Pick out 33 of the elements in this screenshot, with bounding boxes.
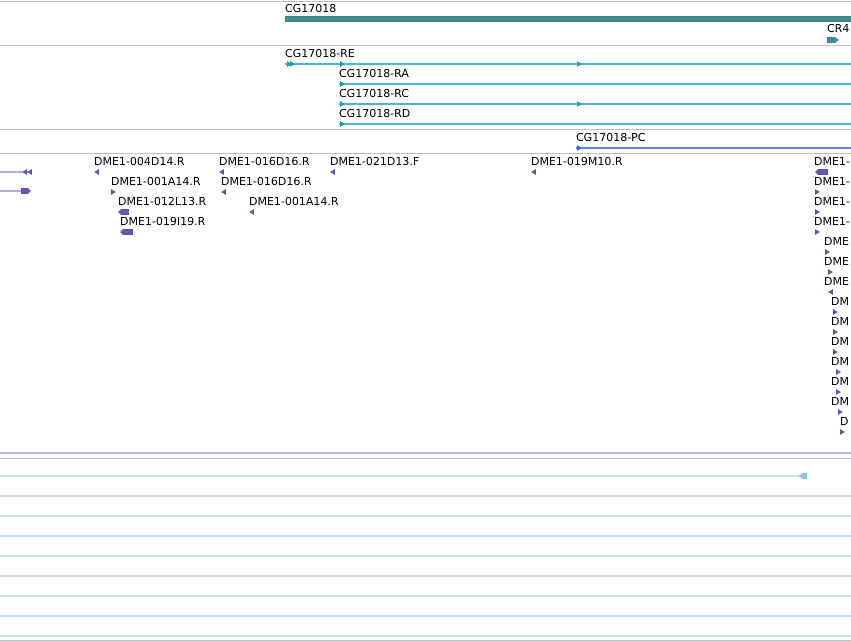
gene-arrow-icon	[827, 37, 839, 43]
read-label: DME1-019M10.R	[531, 155, 623, 168]
read-label: D	[840, 415, 848, 428]
read-label: DME1-	[814, 215, 850, 228]
read-label: DME1-	[814, 155, 850, 168]
read-label: DM	[831, 375, 849, 388]
read-line	[0, 188, 31, 194]
read-label: DM	[831, 295, 849, 308]
read-label: DME	[824, 235, 849, 248]
transcript-label: CG17018-RA	[339, 67, 409, 80]
read-label: DME1-	[814, 175, 850, 188]
read-label: DME1-	[814, 195, 850, 208]
read-label: DME1-019I19.R	[120, 215, 206, 228]
transcript-label: CG17018-RE	[285, 47, 355, 60]
gene-label: CR4	[827, 22, 850, 35]
transcript-label: CG17018-RC	[339, 87, 409, 100]
read-label: DME1-021D13.F	[330, 155, 420, 168]
read-label: DME1-016D16.R	[219, 155, 310, 168]
read-label: DME1-016D16.R	[221, 175, 312, 188]
transcript-label: CG17018-RD	[339, 107, 410, 120]
read-label: DME1-001A14.R	[249, 195, 339, 208]
read-label: DM	[831, 355, 849, 368]
read-line	[0, 169, 32, 175]
read-label: DM	[831, 315, 849, 328]
read-label: DME1-004D14.R	[94, 155, 184, 168]
read-label: DME	[824, 255, 849, 268]
read-label: DM	[831, 395, 849, 408]
read-label: DME	[824, 275, 849, 288]
protein-label: CG17018-PC	[576, 131, 646, 144]
read-label: DME1-001A14.R	[111, 175, 201, 188]
gene-label: CG17018	[285, 2, 336, 15]
read-label: DME1-012L13.R	[118, 195, 206, 208]
read-label: DM	[831, 335, 849, 348]
